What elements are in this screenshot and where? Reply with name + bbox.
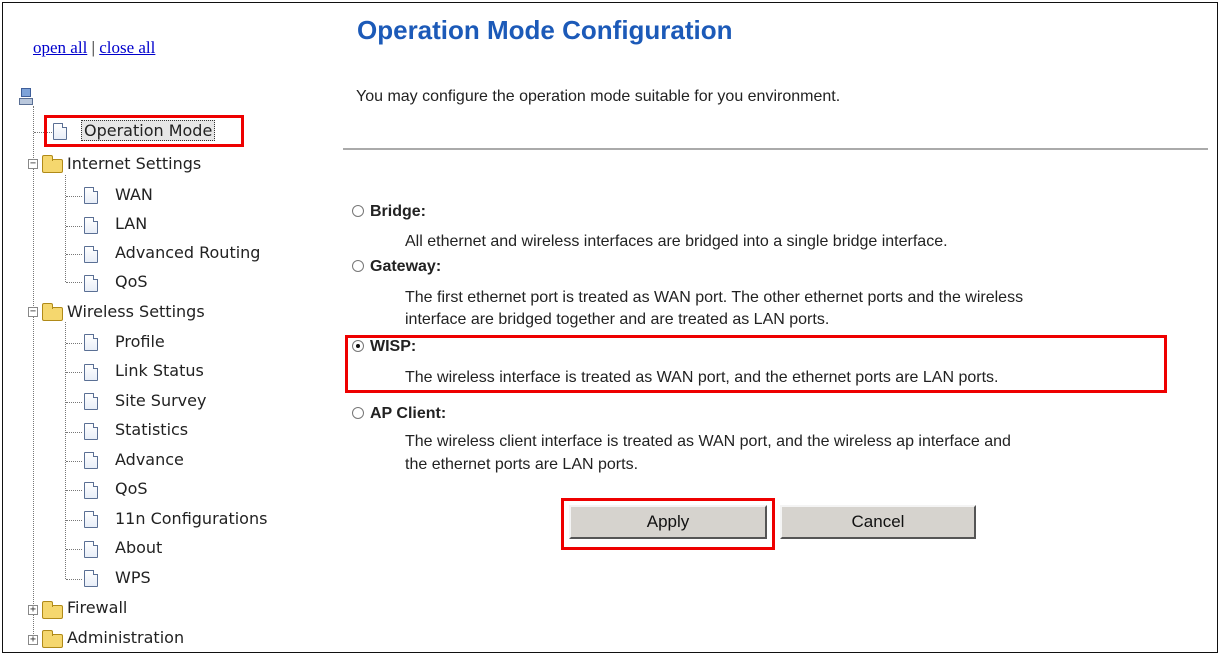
option-description: the ethernet ports are LAN ports. [405, 456, 639, 473]
nav-tree: open all | close all Operation Mode − In… [0, 0, 330, 657]
option-description: The wireless client interface is treated… [405, 433, 1011, 450]
tree-item-administration[interactable]: Administration [67, 628, 184, 648]
option-label: Gateway: [370, 258, 442, 275]
folder-icon [42, 601, 63, 619]
collapse-toggle-internet-settings[interactable]: − [28, 159, 38, 169]
tree-connector [65, 322, 66, 579]
page-icon [84, 482, 98, 499]
tree-item-qos-wireless[interactable]: QoS [115, 479, 148, 499]
highlight-box-wisp [345, 335, 1167, 393]
tree-connector [65, 175, 66, 282]
divider [343, 148, 1208, 150]
option-ap-client[interactable]: AP Client: [352, 405, 446, 423]
collapse-toggle-wireless-settings[interactable]: − [28, 307, 38, 317]
folder-open-icon [42, 303, 63, 321]
page-icon [84, 393, 98, 410]
page-icon [84, 541, 98, 558]
tree-item-wps[interactable]: WPS [115, 568, 151, 588]
option-label: AP Client: [370, 405, 447, 422]
tree-item-statistics[interactable]: Statistics [115, 420, 188, 440]
cancel-button[interactable]: Cancel [780, 505, 976, 539]
option-description: The first ethernet port is treated as WA… [405, 289, 1024, 306]
page-icon [84, 217, 98, 234]
option-label: Bridge: [370, 203, 426, 220]
close-all-link[interactable]: close all [99, 38, 155, 57]
expand-toggle-firewall[interactable]: + [28, 605, 38, 615]
page-icon [84, 423, 98, 440]
page-title: Operation Mode Configuration [357, 15, 733, 45]
radio-gateway[interactable] [352, 260, 364, 272]
page-icon [84, 570, 98, 587]
tree-item-profile[interactable]: Profile [115, 332, 165, 352]
tree-item-wan[interactable]: WAN [115, 185, 153, 205]
tree-connector [33, 106, 34, 640]
tree-item-about[interactable]: About [115, 538, 162, 558]
tree-item-site-survey[interactable]: Site Survey [115, 391, 206, 411]
folder-open-icon [42, 155, 63, 173]
open-all-link[interactable]: open all [33, 38, 87, 57]
page-icon [84, 246, 98, 263]
tree-item-advance[interactable]: Advance [115, 450, 184, 470]
tree-item-lan[interactable]: LAN [115, 214, 147, 234]
highlight-box-apply [561, 498, 775, 550]
link-separator: | [91, 38, 95, 57]
page-icon [84, 452, 98, 469]
tree-item-wireless-settings[interactable]: Wireless Settings [67, 302, 205, 322]
option-gateway[interactable]: Gateway: [352, 258, 441, 276]
page-icon [84, 334, 98, 351]
tree-item-advanced-routing[interactable]: Advanced Routing [115, 243, 260, 263]
tree-controls: open all | close all [33, 38, 155, 58]
highlight-box-operation-mode [44, 115, 244, 147]
option-description: All ethernet and wireless interfaces are… [405, 233, 948, 250]
page-icon [84, 275, 98, 292]
page-icon [84, 187, 98, 204]
expand-toggle-administration[interactable]: + [28, 635, 38, 645]
tree-item-internet-settings[interactable]: Internet Settings [67, 154, 201, 174]
option-description: interface are bridged together and are t… [405, 311, 830, 328]
radio-bridge[interactable] [352, 205, 364, 217]
tree-item-link-status[interactable]: Link Status [115, 361, 204, 381]
tree-item-11n-configurations[interactable]: 11n Configurations [115, 509, 267, 529]
computer-icon [19, 88, 33, 106]
page-icon [84, 364, 98, 381]
folder-icon [42, 630, 63, 648]
tree-item-qos[interactable]: QoS [115, 272, 148, 292]
radio-ap-client[interactable] [352, 407, 364, 419]
intro-text: You may configure the operation mode sui… [356, 88, 841, 105]
tree-item-firewall[interactable]: Firewall [67, 598, 127, 618]
page-icon [84, 511, 98, 528]
option-bridge[interactable]: Bridge: [352, 203, 426, 221]
